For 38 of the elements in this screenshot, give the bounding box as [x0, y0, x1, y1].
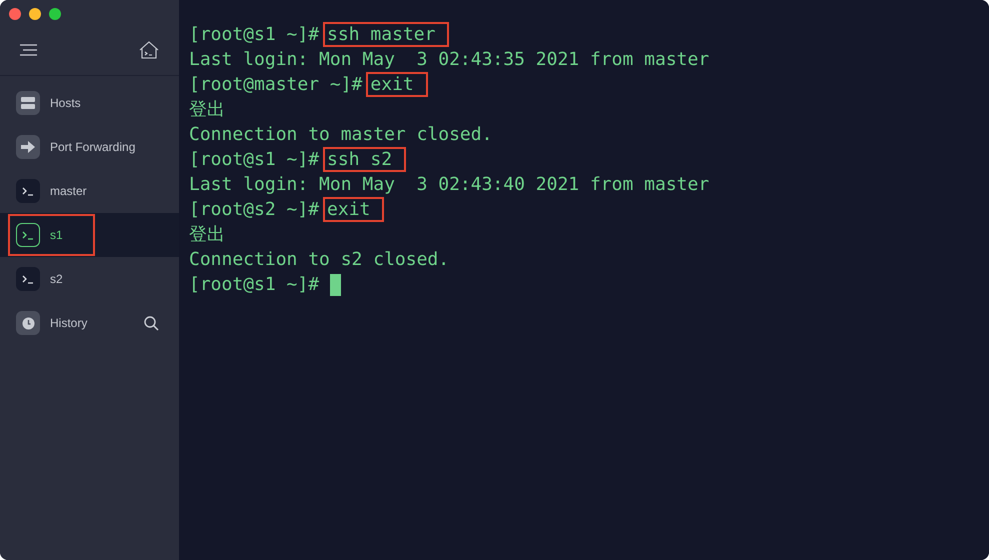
shell-prompt: [root@s1 ~]#	[189, 273, 320, 297]
sidebar-item[interactable]: master	[0, 169, 179, 213]
sidebar-item[interactable]: Hosts	[0, 81, 179, 125]
command-text: ssh master	[323, 22, 450, 47]
terminal-icon	[16, 179, 40, 203]
terminal-icon	[16, 267, 40, 291]
shell-prompt: [root@s2 ~]#	[189, 198, 320, 222]
server-icon	[16, 91, 40, 115]
menu-icon[interactable]	[20, 44, 37, 56]
output-line: Connection to master closed.	[189, 123, 492, 147]
output-line: Connection to s2 closed.	[189, 248, 450, 272]
item-label: Hosts	[50, 95, 82, 112]
shell-prompt: [root@s1 ~]#	[189, 23, 320, 47]
output-line: Last login: Mon May 3 02:43:40 2021 from master	[189, 173, 710, 197]
clock-icon	[16, 311, 40, 335]
close-button[interactable]	[9, 8, 21, 20]
sidebar-item[interactable]: s2	[0, 257, 179, 301]
search-icon[interactable]	[144, 316, 159, 330]
maximize-button[interactable]	[49, 8, 61, 20]
output-line: Last login: Mon May 3 02:43:35 2021 from master	[189, 48, 710, 72]
command-text: exit	[323, 197, 384, 222]
item-label: master	[50, 183, 88, 200]
shell-prompt: [root@s1 ~]#	[189, 148, 320, 172]
item-label: s2	[50, 271, 64, 288]
command-text: ssh s2	[323, 147, 406, 172]
minimize-button[interactable]	[29, 8, 41, 20]
sidebar-item[interactable]: s1	[0, 213, 179, 257]
item-label: History	[50, 315, 88, 332]
sidebar-item[interactable]: Port Forwarding	[0, 125, 179, 169]
output-line: 登出	[189, 223, 225, 247]
output-line: 登出	[189, 98, 225, 122]
sidebar-item[interactable]: History	[0, 301, 179, 345]
home-icon[interactable]	[139, 41, 159, 59]
item-label: s1	[50, 227, 64, 244]
command-text: exit	[366, 72, 428, 97]
terminal-icon	[16, 223, 40, 247]
shell-prompt: [root@master ~]#	[189, 73, 362, 97]
item-label: Port Forwarding	[50, 139, 136, 156]
